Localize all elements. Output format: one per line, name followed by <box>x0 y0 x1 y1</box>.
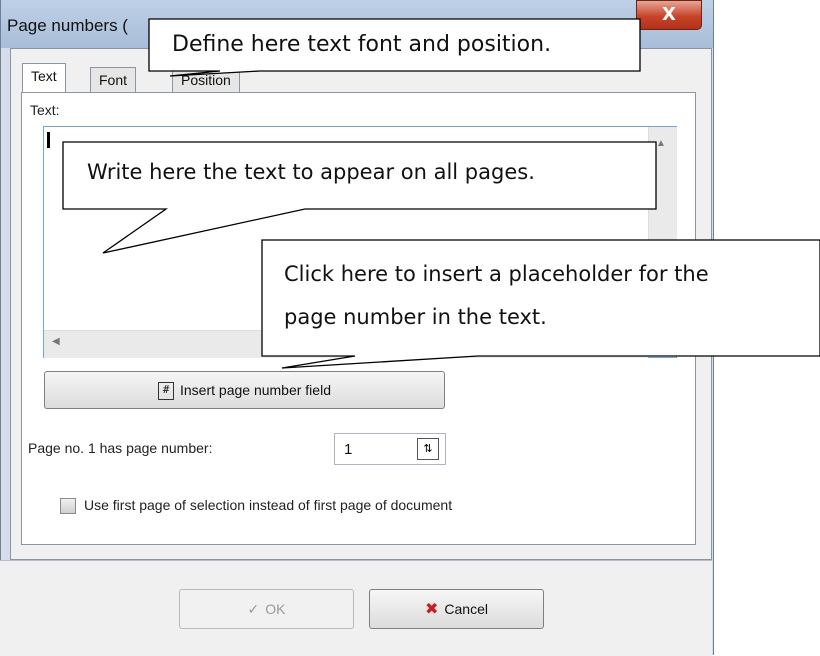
callout-placeholder-box <box>261 239 820 369</box>
callout-placeholder-line1: Click here to insert a placeholder for t… <box>284 262 709 286</box>
callout-write-text: Write here the text to appear on all pag… <box>87 160 535 184</box>
callout-font-position-text: Define here text font and position. <box>172 32 552 57</box>
callout-placeholder-line2: page number in the text. <box>284 305 547 329</box>
callout-write-text-box <box>62 141 657 254</box>
